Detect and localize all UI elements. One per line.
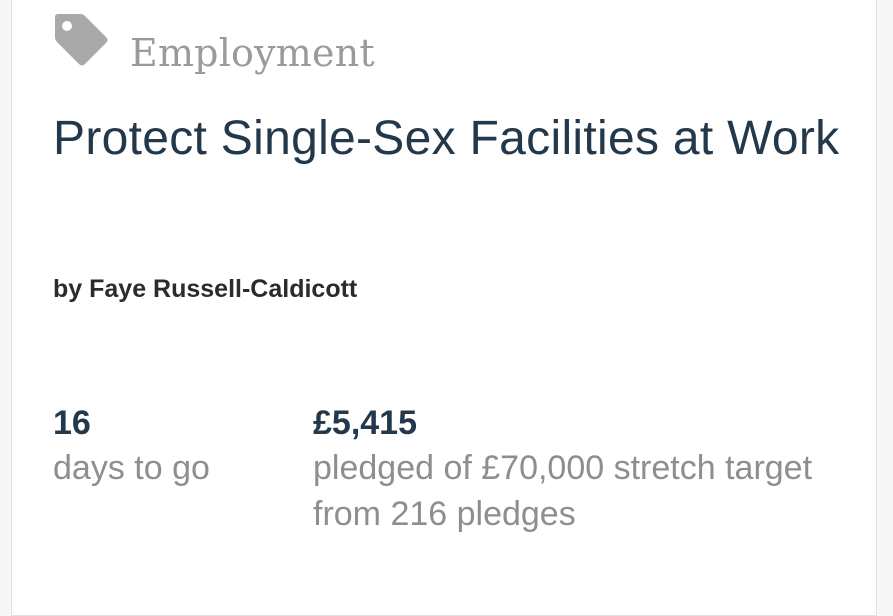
pledged-label: pledged of £70,000 stretch target from 2…: [313, 449, 813, 533]
pledged-stat: £5,415 pledged of £70,000 stretch target…: [313, 401, 853, 537]
days-value: 16: [53, 404, 91, 442]
project-title[interactable]: Protect Single-Sex Facilities at Work: [53, 105, 853, 173]
days-to-go-stat: 16 days to go: [53, 401, 273, 491]
project-author: by Faye Russell-Caldicott: [53, 275, 358, 303]
days-label: days to go: [53, 449, 210, 487]
tag-icon: [55, 14, 108, 66]
pledged-value: £5,415: [313, 404, 417, 442]
category-tag[interactable]: Employment: [52, 11, 375, 75]
project-card[interactable]: Employment Protect Single-Sex Facilities…: [11, 0, 877, 616]
category-label: Employment: [130, 31, 375, 75]
